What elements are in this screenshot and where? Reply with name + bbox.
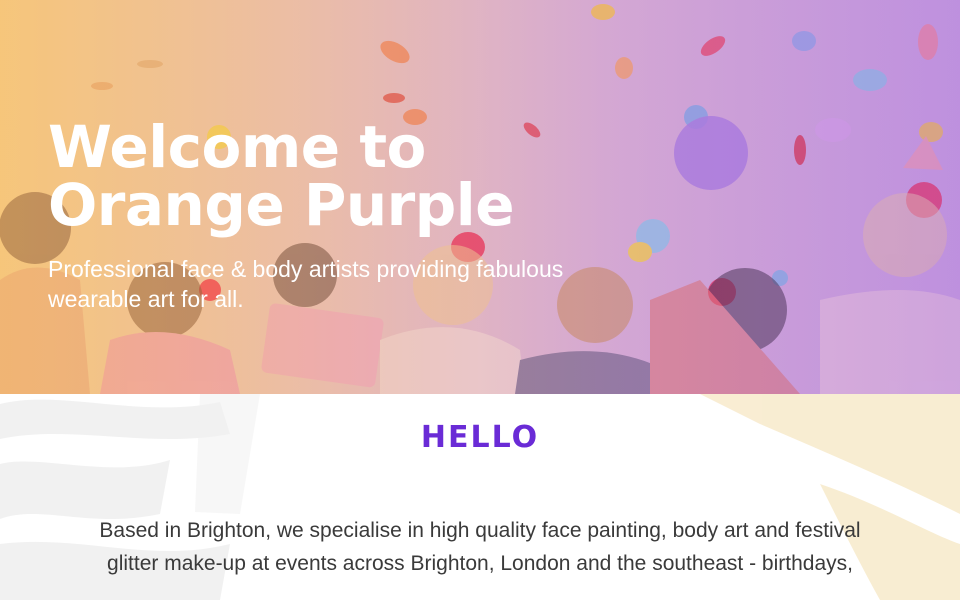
hero-banner: Welcome to Orange Purple Professional fa… [0,0,960,394]
intro-paragraph: Based in Brighton, we specialise in high… [40,514,920,580]
intro-paragraph-line: Based in Brighton, we specialise in high… [99,519,861,542]
hero-subtitle-line: Professional face & body artists providi… [48,256,564,282]
hero-title-line: Orange Purple [48,171,515,239]
hero-title-line: Welcome to [48,113,426,181]
intro-paragraph-line: glitter make-up at events across Brighto… [107,552,853,575]
hero-title: Welcome to Orange Purple [48,113,515,239]
hero-subtitle-line: wearable art for all. [48,286,244,312]
hero-subtitle: Professional face & body artists providi… [48,254,688,314]
hello-section: HELLO Based in Brighton, we specialise i… [0,394,960,600]
hello-heading: HELLO [420,420,540,455]
